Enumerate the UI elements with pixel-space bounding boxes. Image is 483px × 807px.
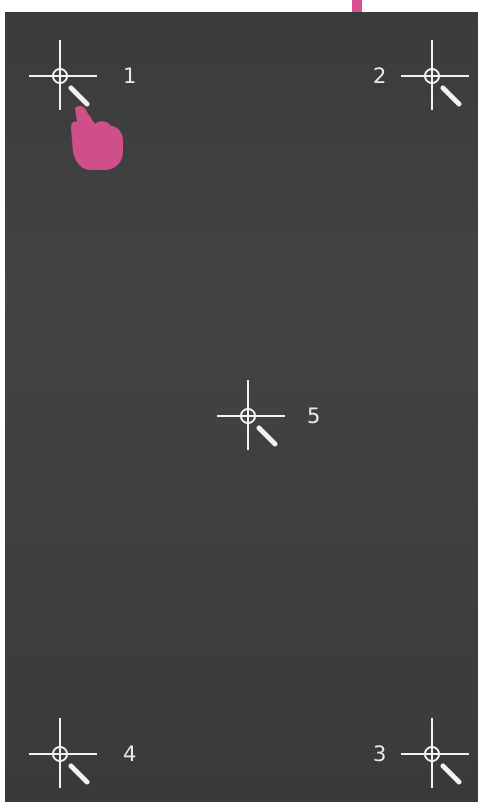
target-number-label: 5	[307, 404, 321, 428]
crosshair-stylus-icon	[401, 40, 469, 110]
calibration-screen: 1 2 5 4 3	[5, 12, 478, 802]
crosshair-stylus-icon	[29, 718, 97, 788]
crosshair-stylus-icon	[29, 40, 97, 110]
calibration-target-3[interactable]: 3	[373, 718, 478, 788]
calibration-target-5[interactable]: 5	[211, 380, 320, 450]
pointing-hand-icon	[71, 105, 123, 170]
target-number-label: 3	[373, 742, 387, 766]
target-number-label: 1	[123, 64, 137, 88]
crosshair-stylus-icon	[401, 718, 469, 788]
target-number-label: 4	[123, 742, 137, 766]
crosshair-stylus-icon	[217, 380, 285, 450]
calibration-target-2[interactable]: 2	[373, 40, 478, 110]
calibration-target-1[interactable]: 1	[23, 40, 136, 110]
calibration-target-4[interactable]: 4	[23, 718, 136, 788]
target-number-label: 2	[373, 64, 387, 88]
